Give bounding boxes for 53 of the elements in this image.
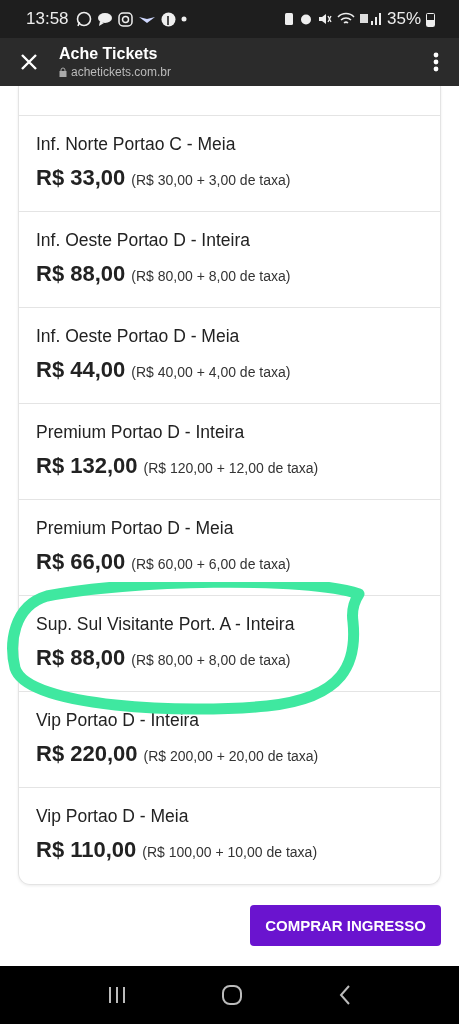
mute-icon <box>317 12 332 26</box>
ticket-name: Premium Portao D - Inteira <box>36 422 246 443</box>
price-breakdown: (R$ 100,00 + 10,00 de taxa) <box>142 844 318 860</box>
ticket-price: R$ 44,00 <box>36 357 126 383</box>
ticket-option[interactable]: Sup. Sul Visitante Port. A - Inteira R$ 88,00 (R$ 80,00 + 8,00 de taxa) <box>19 596 440 692</box>
ticket-name: Inf. Norte Portao C - Meia <box>36 134 237 155</box>
ticket-price: R$ 33,00 <box>36 165 126 191</box>
wifi-icon <box>336 12 355 26</box>
ticket-price: R$ 132,00 <box>36 453 138 479</box>
ticket-price: R$ 110,00 <box>36 837 137 863</box>
battery-icon <box>426 11 435 27</box>
alarm-icon <box>298 12 313 26</box>
back-icon[interactable] <box>337 984 352 1006</box>
price-breakdown: (R$ 30,00 + 3,00 de taxa) <box>131 172 291 188</box>
price-breakdown: (R$ 40,00 + 4,00 de taxa) <box>131 364 291 380</box>
ticket-price: R$ 88,00 <box>36 645 126 671</box>
ticket-name: Premium Portao D - Meia <box>36 518 235 539</box>
price-breakdown: (R$ 200,00 + 20,00 de taxa) <box>143 748 319 764</box>
ticket-name: Inf. Oeste Portao D - Meia <box>36 326 241 347</box>
page-url: achetickets.com.br <box>71 65 172 79</box>
clock-time: 13:58 <box>26 9 69 29</box>
ticket-name: Inf. Oeste Portao D - Inteira <box>36 230 251 251</box>
ticket-option[interactable]: Inf. Oeste Portao D - Inteira R$ 88,00 (R$ 80,00 + 8,00 de taxa) <box>19 212 440 308</box>
lock-icon <box>59 67 67 77</box>
dot-icon <box>180 16 187 22</box>
ticket-price: R$ 88,00 <box>36 261 126 287</box>
ticket-name: Vip Portao D - Meia <box>36 806 190 827</box>
price-breakdown: (R$ 80,00 + 8,00 de taxa) <box>131 268 291 284</box>
home-icon[interactable] <box>221 984 244 1006</box>
price-breakdown: (R$ 80,00 + 8,00 de taxa) <box>131 652 291 668</box>
signal-icon <box>359 12 382 26</box>
battery-percentage: 35% <box>386 9 421 29</box>
price-breakdown: (R$ 120,00 + 12,00 de taxa) <box>143 460 319 476</box>
ticket-option[interactable]: Premium Portao D - Inteira R$ 132,00 (R$ 120,00 + 12,00 de taxa) <box>19 404 440 500</box>
ticket-option[interactable]: Premium Portao D - Meia R$ 66,00 (R$ 60,00 + 6,00 de taxa) <box>19 500 440 596</box>
chat-bubble-icon <box>75 11 92 27</box>
ticket-name: Sup. Sul Visitante Port. A - Inteira <box>36 614 296 635</box>
camera-icon <box>117 11 133 27</box>
ticket-price: R$ 66,00 <box>36 549 126 575</box>
recent-apps-icon[interactable] <box>107 986 128 1004</box>
ticket-option[interactable]: Inf. Oeste Portao D - Meia R$ 44,00 (R$ 40,00 + 4,00 de taxa) <box>19 308 440 404</box>
price-breakdown: (R$ 60,00 + 6,00 de taxa) <box>131 556 291 572</box>
buy-ticket-button[interactable]: COMPRAR INGRESSO <box>250 905 441 946</box>
battery-saver-icon <box>283 12 294 26</box>
close-icon[interactable] <box>20 53 38 71</box>
ticket-name: Vip Portao D - Inteira <box>36 710 201 731</box>
more-options-icon[interactable] <box>433 52 439 72</box>
message-icon <box>96 12 113 26</box>
ticket-price: R$ 220,00 <box>36 741 138 767</box>
ticket-option[interactable]: Vip Portao D - Meia R$ 110,00 (R$ 100,00 + 10,00 de taxa) <box>19 788 440 884</box>
page-title: Ache Tickets <box>59 45 159 63</box>
ticket-option[interactable]: Vip Portao D - Inteira R$ 220,00 (R$ 200,00 + 20,00 de taxa) <box>19 692 440 788</box>
ticket-option[interactable]: Inf. Norte Portao C - Meia R$ 33,00 (R$ 30,00 + 3,00 de taxa) <box>19 116 440 212</box>
